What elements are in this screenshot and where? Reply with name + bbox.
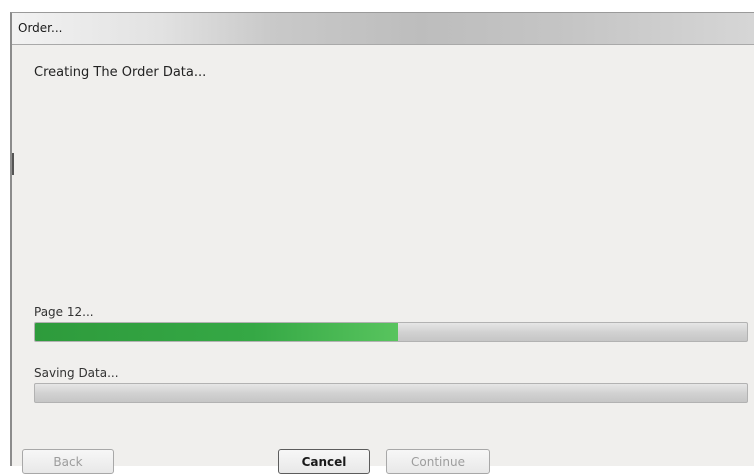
window-edge-marker [12,153,14,175]
progress-fill-page [35,323,399,341]
title-bar[interactable]: Order... [12,13,754,45]
progress-label-page: Page 12... [34,305,94,319]
continue-button[interactable]: Continue [386,449,490,474]
progress-label-saving: Saving Data... [34,366,119,380]
progress-bar-saving [34,383,748,403]
cancel-button[interactable]: Cancel [278,449,370,474]
window-title: Order... [18,21,63,35]
order-dialog: Order... Creating The Order Data... Page… [10,12,754,466]
progress-bar-page [34,322,748,342]
status-header: Creating The Order Data... [34,65,207,80]
back-button[interactable]: Back [22,449,114,474]
